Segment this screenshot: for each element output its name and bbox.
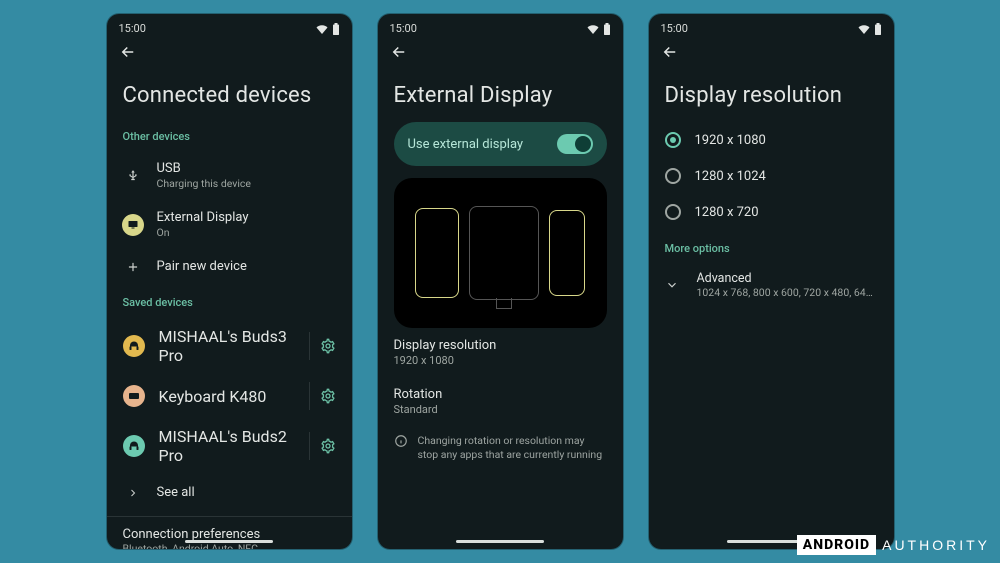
res-title: Display resolution bbox=[394, 338, 607, 353]
chevron-down-icon bbox=[665, 278, 683, 292]
resolution-option[interactable]: 1280 x 1024 bbox=[665, 158, 878, 194]
row-see-all[interactable]: See all bbox=[123, 475, 336, 510]
status-time: 15:00 bbox=[119, 22, 146, 35]
page-title: Connected devices bbox=[107, 61, 352, 122]
note: Changing rotation or resolution may stop… bbox=[394, 426, 607, 462]
battery-icon bbox=[332, 23, 340, 35]
row-external-display[interactable]: External Display On bbox=[123, 200, 336, 249]
note-text: Changing rotation or resolution may stop… bbox=[418, 434, 607, 462]
gear-icon[interactable] bbox=[320, 438, 336, 454]
watermark-box: ANDROID bbox=[797, 535, 876, 555]
phone-display-resolution: 15:00 Display resolution 1920 x 1080 1280… bbox=[649, 14, 894, 549]
info-icon bbox=[394, 434, 408, 462]
row-ext-sub: On bbox=[157, 226, 336, 239]
row-pair-new[interactable]: Pair new device bbox=[123, 249, 336, 284]
row-usb-sub: Charging this device bbox=[157, 177, 336, 190]
device-avatar-icon bbox=[123, 385, 145, 407]
resolution-option[interactable]: 1920 x 1080 bbox=[665, 122, 878, 158]
illustration-displays bbox=[394, 178, 607, 328]
gear-icon[interactable] bbox=[320, 388, 336, 404]
radio-icon bbox=[665, 132, 681, 148]
resolution-label: 1280 x 720 bbox=[695, 205, 759, 220]
page-title: External Display bbox=[378, 61, 623, 122]
resolution-label: 1920 x 1080 bbox=[695, 133, 766, 148]
wifi-icon bbox=[858, 24, 870, 34]
device-avatar-icon bbox=[123, 435, 145, 457]
status-bar: 15:00 bbox=[649, 14, 894, 37]
gesture-handle[interactable] bbox=[185, 540, 273, 543]
switch-on[interactable] bbox=[557, 134, 593, 154]
gesture-handle[interactable] bbox=[456, 540, 544, 543]
monitor-icon bbox=[123, 214, 143, 236]
wifi-icon bbox=[587, 24, 599, 34]
saved-device-row[interactable]: Keyboard K480 bbox=[123, 375, 336, 417]
page-title: Display resolution bbox=[649, 61, 894, 122]
toggle-label: Use external display bbox=[408, 137, 524, 152]
row-usb[interactable]: USB Charging this device bbox=[123, 151, 336, 200]
advanced-sub: 1024 x 768, 800 x 600, 720 x 480, 640 x.… bbox=[697, 286, 877, 299]
row-display-resolution[interactable]: Display resolution 1920 x 1080 bbox=[394, 328, 607, 377]
battery-icon bbox=[603, 23, 611, 35]
radio-icon bbox=[665, 204, 681, 220]
plus-icon bbox=[123, 260, 143, 274]
rot-sub: Standard bbox=[394, 403, 607, 416]
back-button[interactable] bbox=[378, 37, 623, 61]
row-rotation[interactable]: Rotation Standard bbox=[394, 377, 607, 426]
status-icons bbox=[587, 23, 611, 35]
section-more-options: More options bbox=[665, 234, 878, 263]
radio-icon bbox=[665, 168, 681, 184]
section-other-devices: Other devices bbox=[123, 122, 336, 151]
rot-title: Rotation bbox=[394, 387, 607, 402]
prefs-sub: Bluetooth, Android Auto, NFC bbox=[123, 542, 336, 549]
watermark-text: AUTHORITY bbox=[882, 537, 990, 553]
back-button[interactable] bbox=[649, 37, 894, 61]
battery-icon bbox=[874, 23, 882, 35]
section-saved-devices: Saved devices bbox=[123, 288, 336, 317]
device-name: MISHAAL's Buds3 Pro bbox=[159, 327, 303, 365]
resolution-label: 1280 x 1024 bbox=[695, 169, 766, 184]
back-button[interactable] bbox=[107, 37, 352, 61]
resolution-option[interactable]: 1280 x 720 bbox=[665, 194, 878, 230]
device-name: Keyboard K480 bbox=[159, 387, 267, 406]
row-advanced[interactable]: Advanced 1024 x 768, 800 x 600, 720 x 48… bbox=[665, 263, 878, 307]
gear-icon[interactable] bbox=[320, 338, 336, 354]
advanced-title: Advanced bbox=[697, 271, 877, 286]
phone-connected-devices: 15:00 Connected devices Other devices US… bbox=[107, 14, 352, 549]
saved-device-row[interactable]: MISHAAL's Buds2 Pro bbox=[123, 417, 336, 475]
status-icons bbox=[316, 23, 340, 35]
row-pair-title: Pair new device bbox=[157, 259, 336, 274]
status-bar: 15:00 bbox=[107, 14, 352, 37]
row-usb-title: USB bbox=[157, 161, 336, 176]
device-name: MISHAAL's Buds2 Pro bbox=[159, 427, 303, 465]
status-bar: 15:00 bbox=[378, 14, 623, 37]
wifi-icon bbox=[316, 24, 328, 34]
saved-device-row[interactable]: MISHAAL's Buds3 Pro bbox=[123, 317, 336, 375]
status-time: 15:00 bbox=[390, 22, 417, 35]
see-all-label: See all bbox=[157, 485, 336, 500]
phone-external-display: 15:00 External Display Use external disp… bbox=[378, 14, 623, 549]
status-icons bbox=[858, 23, 882, 35]
usb-icon bbox=[123, 169, 143, 183]
row-connection-prefs[interactable]: Connection preferences Bluetooth, Androi… bbox=[107, 516, 352, 549]
status-time: 15:00 bbox=[661, 22, 688, 35]
watermark: ANDROID AUTHORITY bbox=[797, 535, 990, 555]
res-sub: 1920 x 1080 bbox=[394, 354, 607, 367]
toggle-use-external-display[interactable]: Use external display bbox=[394, 122, 607, 166]
device-avatar-icon bbox=[123, 335, 145, 357]
chevron-right-icon bbox=[123, 487, 143, 499]
row-ext-title: External Display bbox=[157, 210, 336, 225]
